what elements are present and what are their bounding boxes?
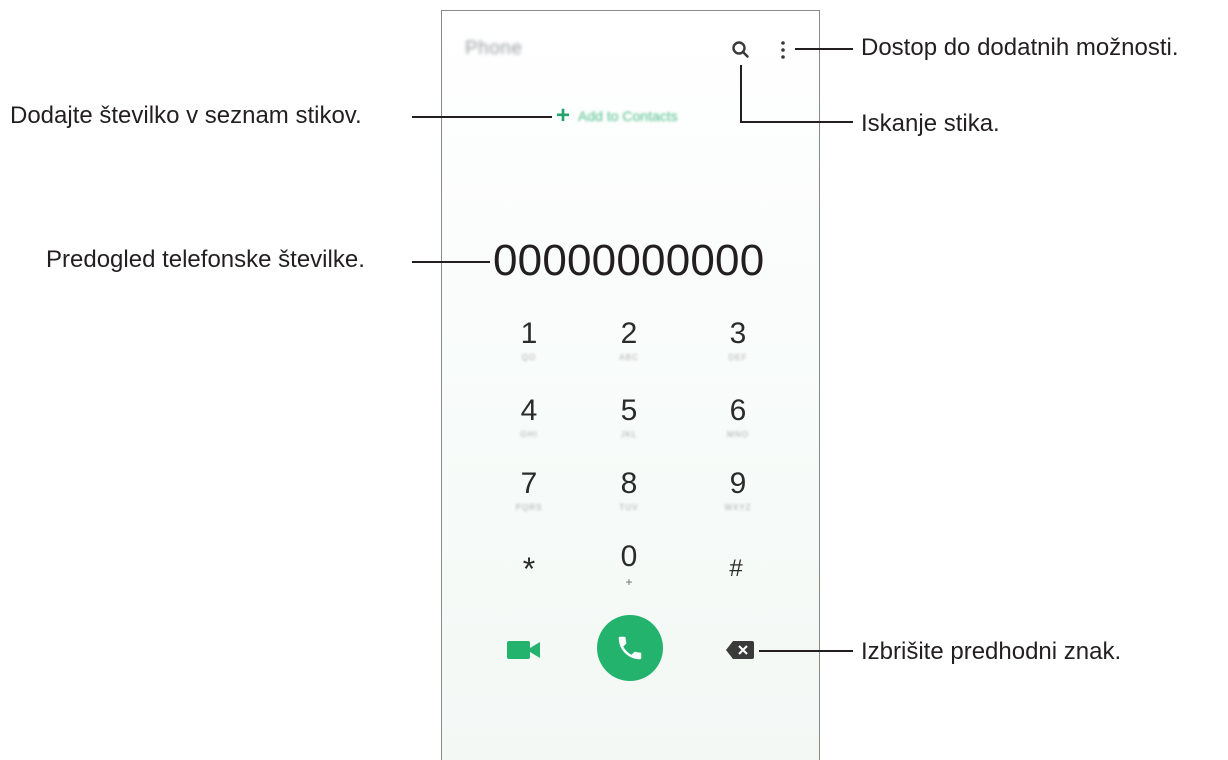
search-icon[interactable]: [731, 40, 751, 60]
callout-more-options: Dostop do dodatnih možnosti.: [861, 34, 1179, 61]
key-letters: TUV: [619, 503, 639, 512]
key-digit: *: [522, 551, 536, 587]
key-digit: 3: [729, 317, 747, 350]
key-digit: 6: [729, 394, 747, 427]
leader-line: [412, 261, 490, 263]
key-letters: ABC: [619, 353, 639, 362]
key-letters: MNO: [727, 430, 749, 439]
leader-line: [412, 116, 552, 118]
number-display: 00000000000: [493, 236, 765, 285]
key-letters: GHI: [520, 430, 538, 439]
leader-line: [740, 65, 742, 123]
key-letters: +: [625, 575, 633, 589]
key-digit: 9: [729, 467, 747, 500]
key-letters: JKL: [620, 430, 638, 439]
key-7[interactable]: 7 PQRS: [494, 466, 564, 514]
key-digit: 8: [620, 467, 638, 500]
key-digit: 0: [620, 540, 638, 573]
add-to-contacts-button[interactable]: + Add to Contacts: [556, 103, 678, 129]
key-letters: PQRS: [515, 503, 543, 512]
add-to-contacts-label: Add to Contacts: [578, 108, 678, 124]
app-title: Phone: [465, 38, 523, 59]
callout-add-contact: Dodajte številko v seznam stikov.: [10, 102, 362, 129]
key-digit: #: [729, 555, 743, 582]
key-digit: 5: [620, 394, 638, 427]
key-letters: WXYZ: [724, 503, 752, 512]
key-digit: 4: [520, 394, 538, 427]
phone-icon: [618, 636, 642, 660]
backspace-icon[interactable]: [725, 640, 755, 660]
key-2[interactable]: 2 ABC: [594, 316, 664, 364]
key-9[interactable]: 9 WXYZ: [703, 466, 773, 514]
key-hash[interactable]: #: [701, 551, 771, 587]
leader-line: [740, 121, 853, 123]
key-star[interactable]: *: [494, 551, 564, 587]
key-letters: DEF: [728, 353, 748, 362]
leader-line: [759, 650, 853, 652]
key-3[interactable]: 3 DEF: [703, 316, 773, 364]
key-0[interactable]: 0 +: [594, 539, 664, 589]
callout-search: Iskanje stika.: [861, 110, 1000, 137]
call-button[interactable]: [597, 615, 663, 681]
plus-icon: +: [556, 102, 571, 129]
key-digit: 2: [620, 317, 638, 350]
callout-number-preview: Predogled telefonske številke.: [46, 246, 365, 273]
key-letters: QO: [521, 353, 537, 362]
key-digit: 1: [520, 317, 538, 350]
callout-delete: Izbrišite predhodni znak.: [861, 638, 1122, 665]
key-digit: 7: [520, 467, 538, 500]
key-6[interactable]: 6 MNO: [703, 393, 773, 441]
more-options-icon[interactable]: [779, 40, 787, 60]
video-call-icon[interactable]: [506, 638, 542, 662]
key-4[interactable]: 4 GHI: [494, 393, 564, 441]
leader-line: [795, 48, 853, 50]
key-5[interactable]: 5 JKL: [594, 393, 664, 441]
key-8[interactable]: 8 TUV: [594, 466, 664, 514]
key-1[interactable]: 1 QO: [494, 316, 564, 364]
